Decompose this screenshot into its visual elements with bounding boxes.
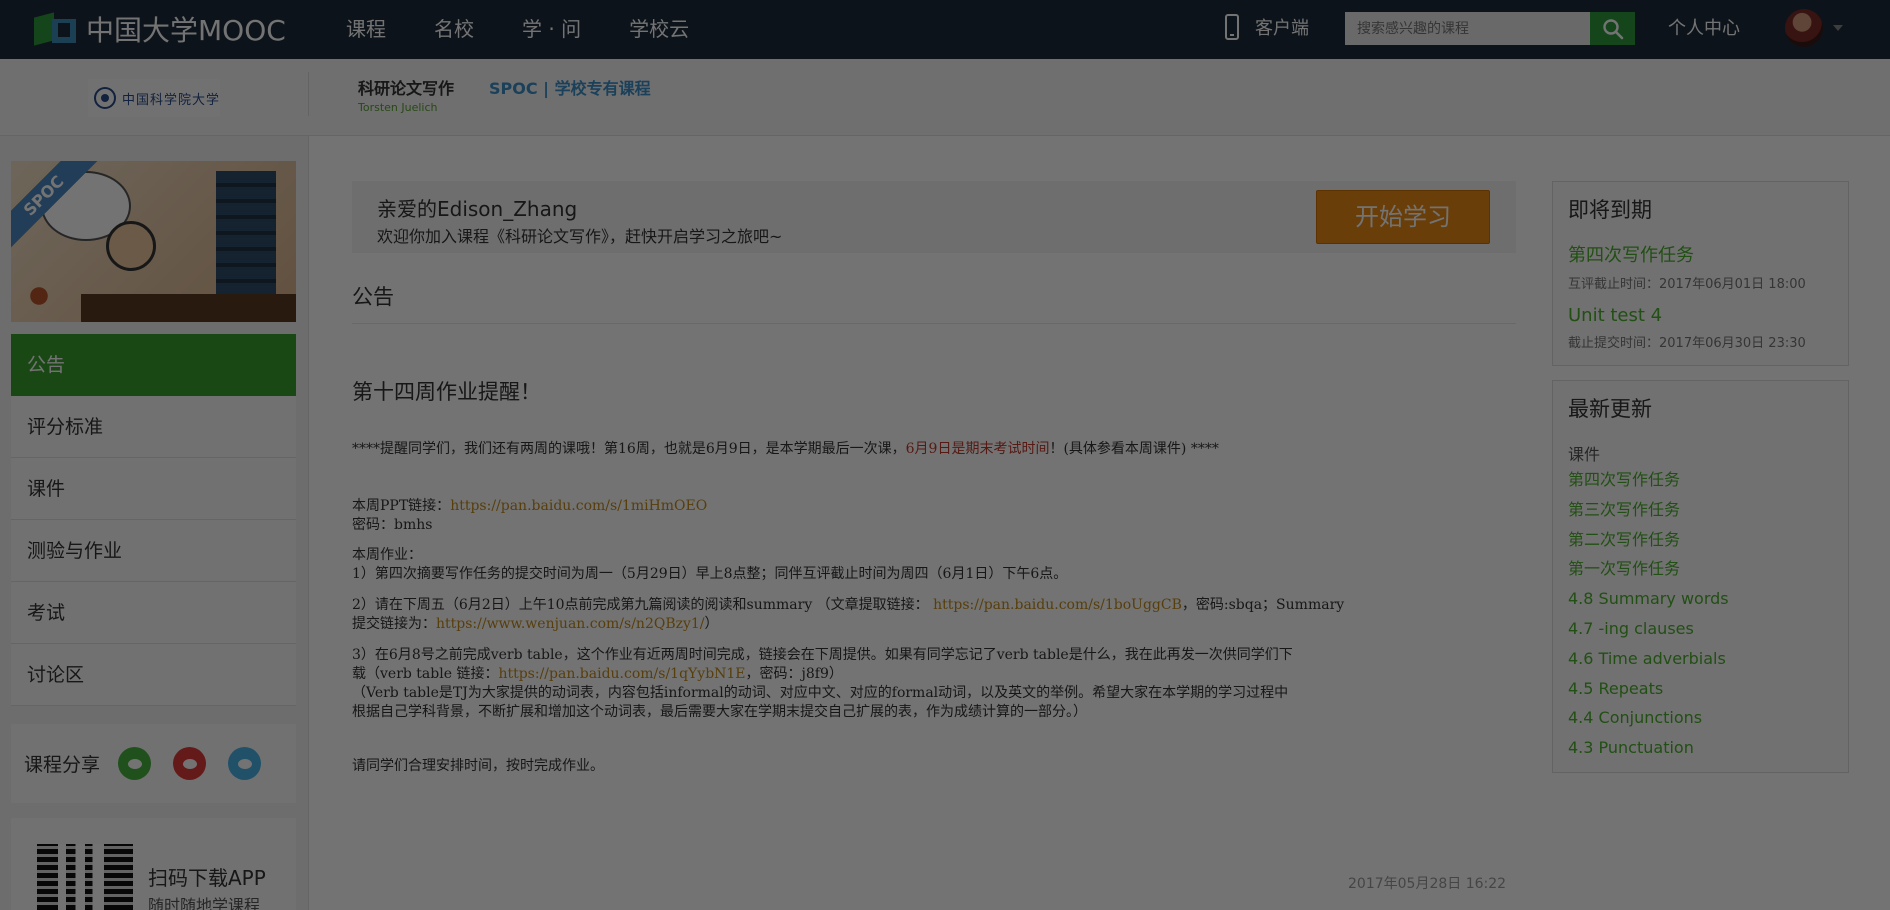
school-name: 中国科学院大学 <box>121 92 220 108</box>
announcement-date: 2017年05月28日 16:22 <box>1348 876 1507 892</box>
update-item[interactable]: 4.7 -ing clauses <box>1568 614 1729 644</box>
announcement-line: 密码：bmhs <box>352 517 433 533</box>
updates-list: 第四次写作任务 第三次写作任务 第二次写作任务 第一次写作任务 4.8 Summ… <box>1568 465 1729 763</box>
nav-courses[interactable]: 课程 <box>346 0 386 59</box>
nav-schools[interactable]: 名校 <box>434 0 474 59</box>
menu-item-quizzes[interactable]: 测验与作业 <box>11 520 296 582</box>
nav-qa[interactable]: 学 · 问 <box>522 0 581 59</box>
course-title: 科研论文写作 <box>358 79 455 98</box>
announcement-line: （Verb table是TJ为大家提供的动词表，内容包括informal的动词、… <box>352 685 1289 701</box>
announcement-body: ****提醒同学们，我们还有两周的课哦！第16周，也就是6月9日，是本学期最后一… <box>352 440 1516 776</box>
updates-category: 课件 <box>1568 445 1601 464</box>
due-soon-title: 即将到期 <box>1568 198 1652 222</box>
due-item-deadline: 互评截止时间：2017年06月01日 18:00 <box>1568 277 1806 292</box>
header-divider <box>308 72 309 116</box>
menu-item-announcements[interactable]: 公告 <box>11 334 296 396</box>
nav-school-cloud[interactable]: 学校云 <box>629 0 689 59</box>
update-item[interactable]: 第四次写作任务 <box>1568 465 1729 495</box>
latest-updates-panel: 最新更新 课件 第四次写作任务 第三次写作任务 第二次写作任务 第一次写作任务 … <box>1552 380 1849 773</box>
school-logo[interactable]: 中国科学院大学 <box>88 79 220 117</box>
qr-code-icon <box>37 844 133 910</box>
announcement-line: 根据自己学科背景，不断扩展和增加这个动词表，最后需要大家在学期末提交自己扩展的表… <box>352 704 1087 720</box>
update-item[interactable]: 4.4 Conjunctions <box>1568 703 1729 733</box>
search-button[interactable] <box>1590 12 1635 45</box>
course-header: 中国科学院大学 科研论文写作 Torsten Juelich SPOC | 学校… <box>0 59 1890 136</box>
search-input[interactable] <box>1345 12 1590 45</box>
personal-center-link[interactable]: 个人中心 <box>1668 0 1740 57</box>
announcement-line: ****提醒同学们，我们还有两周的课哦！第16周，也就是6月9日，是本学期最后一… <box>352 441 1219 457</box>
article-link[interactable]: https://pan.baidu.com/s/1boUggCB <box>933 597 1182 613</box>
verb-table-link[interactable]: https://pan.baidu.com/s/1qYybN1E <box>498 666 745 682</box>
main-nav: 课程 名校 学 · 问 学校云 <box>346 0 737 59</box>
update-item[interactable]: 第二次写作任务 <box>1568 525 1729 555</box>
announcement-title: 第十四周作业提醒！ <box>352 380 541 404</box>
update-item[interactable]: 4.8 Summary words <box>1568 584 1729 614</box>
weibo-icon[interactable] <box>173 747 207 780</box>
announcement-line: 3）在6月8号之前完成verb table，这个作业有近两周时间完成，链接会在下… <box>352 647 1293 663</box>
user-avatar[interactable] <box>1785 9 1823 47</box>
phone-icon <box>1225 14 1239 40</box>
search-icon <box>1602 18 1623 39</box>
welcome-message: 欢迎你加入课程《科研论文写作》，赶快开启学习之旅吧~ <box>377 227 783 246</box>
menu-item-courseware[interactable]: 课件 <box>11 458 296 520</box>
client-download-link[interactable]: 客户端 <box>1225 14 1309 40</box>
ppt-link[interactable]: https://pan.baidu.com/s/1miHmOEO <box>450 498 707 514</box>
welcome-greeting: 亲爱的Edison_Zhang <box>377 197 578 221</box>
menu-item-discussion[interactable]: 讨论区 <box>11 644 296 706</box>
app-download-subtitle: 随时随地学课程 <box>148 896 261 910</box>
due-item-name[interactable]: 第四次写作任务 <box>1568 241 1806 267</box>
latest-updates-title: 最新更新 <box>1568 397 1652 421</box>
announcement-line: 本周PPT链接：https://pan.baidu.com/s/1miHmOEO <box>352 498 708 514</box>
mooc-logo-icon <box>34 12 78 46</box>
due-item[interactable]: 第四次写作任务 互评截止时间：2017年06月01日 18:00 <box>1568 241 1806 292</box>
due-item-deadline: 截止提交时间：2017年06月30日 23:30 <box>1568 336 1806 351</box>
update-item[interactable]: 第一次写作任务 <box>1568 554 1729 584</box>
announcement-line: 1）第四次摘要写作任务的提交时间为周一（5月29日）早上8点整；同伴互评截止时间… <box>352 566 1068 582</box>
app-download-title: 扫码下载APP <box>148 866 266 890</box>
summary-submit-link[interactable]: https://www.wenjuan.com/s/n2QBzy1/ <box>436 616 705 632</box>
announcement-line: 载（verb table 链接：https://pan.baidu.com/s/… <box>352 666 843 682</box>
update-item[interactable]: 4.6 Time adverbials <box>1568 644 1729 674</box>
course-type-label: SPOC | 学校专有课程 <box>489 79 651 98</box>
share-label: 课程分享 <box>24 754 101 776</box>
qq-icon[interactable] <box>228 747 262 780</box>
section-title: 公告 <box>352 285 394 309</box>
wechat-icon[interactable] <box>118 747 152 780</box>
school-seal-icon <box>94 87 116 109</box>
chevron-down-icon[interactable] <box>1833 25 1843 31</box>
app-download: 扫码下载APP 随时随地学课程 <box>11 818 296 910</box>
course-menu: 公告 评分标准 课件 测验与作业 考试 讨论区 <box>11 334 296 706</box>
welcome-banner: 亲爱的Edison_Zhang 欢迎你加入课程《科研论文写作》，赶快开启学习之旅… <box>352 181 1516 253</box>
exam-date-alert: 6月9日是期末考试时间 <box>905 441 1050 457</box>
announcement-line: 请同学们合理安排时间，按时完成作业。 <box>352 758 604 774</box>
section-divider <box>352 323 1516 324</box>
menu-item-grading[interactable]: 评分标准 <box>11 396 296 458</box>
announcement-line: 2）请在下周五（6月2日）上午10点前完成第九篇阅读的阅读和summary （文… <box>352 597 1345 613</box>
course-banner-image: SPOC <box>11 161 296 322</box>
search-box <box>1345 12 1635 45</box>
menu-item-exam[interactable]: 考试 <box>11 582 296 644</box>
course-teacher[interactable]: Torsten Juelich <box>358 101 438 114</box>
top-navbar: 中国大学MOOC 课程 名校 学 · 问 学校云 客户端 个人中心 <box>0 0 1890 59</box>
due-soon-panel: 即将到期 第四次写作任务 互评截止时间：2017年06月01日 18:00 Un… <box>1552 181 1849 366</box>
update-item[interactable]: 4.3 Punctuation <box>1568 733 1729 763</box>
start-learning-button[interactable]: 开始学习 <box>1316 190 1490 244</box>
announcement-line: 本周作业： <box>352 547 422 563</box>
course-share: 课程分享 <box>11 724 296 803</box>
logo-text: 中国大学MOOC <box>86 14 286 47</box>
client-label: 客户端 <box>1255 18 1309 39</box>
site-logo[interactable]: 中国大学MOOC <box>34 10 286 48</box>
due-item[interactable]: Unit test 4 截止提交时间：2017年06月30日 23:30 <box>1568 305 1806 351</box>
announcement-line: 提交链接为：https://www.wenjuan.com/s/n2QBzy1/… <box>352 616 719 632</box>
due-item-name[interactable]: Unit test 4 <box>1568 305 1806 326</box>
update-item[interactable]: 4.5 Repeats <box>1568 674 1729 704</box>
update-item[interactable]: 第三次写作任务 <box>1568 495 1729 525</box>
